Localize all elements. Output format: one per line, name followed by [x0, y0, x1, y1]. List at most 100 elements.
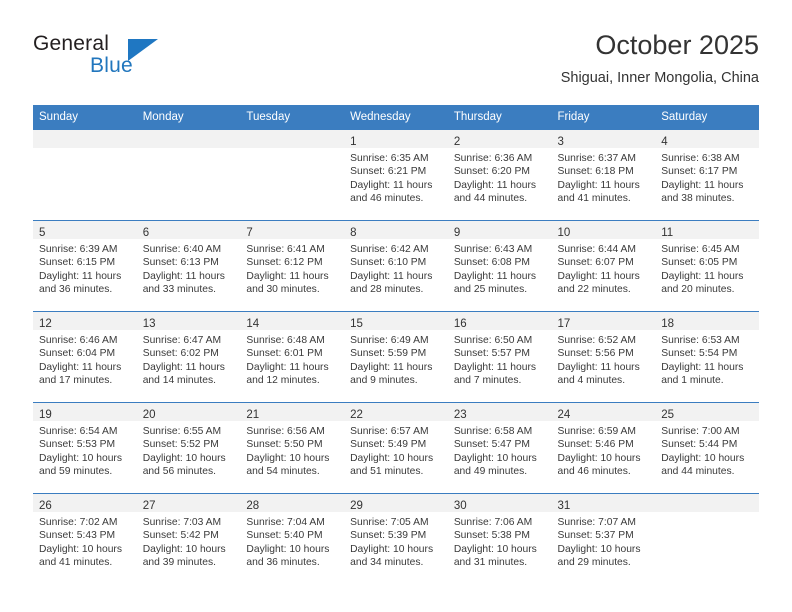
calendar-page: General Blue October 2025 Shiguai, Inner… — [0, 0, 792, 612]
sunset-text: Sunset: 6:05 PM — [661, 257, 738, 269]
day-cell-inner: 28 Sunrise: 7:04 AM Sunset: 5:40 PM Dayligh… — [240, 494, 345, 584]
calendar-day-cell[interactable]: 29 Sunrise: 7:05 AM Sunset: 5:39 PM Dayligh… — [344, 493, 448, 584]
calendar-day-cell-empty — [240, 130, 345, 221]
day-number-band: 3 — [551, 130, 656, 148]
sunset-text: Sunset: 5:47 PM — [453, 439, 530, 451]
sunset-text: Sunset: 6:13 PM — [142, 257, 219, 269]
calendar-day-cell[interactable]: 7 Sunrise: 6:41 AM Sunset: 6:12 PM Daylight… — [240, 220, 345, 312]
day-cell-inner: 14 Sunrise: 6:48 AM Sunset: 6:01 PM Dayligh… — [240, 312, 345, 402]
day-number: 16 — [453, 318, 467, 330]
general-blue-logo[interactable]: General Blue — [33, 32, 223, 88]
sunset-text: Sunset: 6:04 PM — [39, 348, 116, 360]
day-sun-info: Sunrise: 6:40 AM Sunset: 6:13 PM Daylight:… — [137, 239, 241, 297]
day-cell-inner: 5 Sunrise: 6:39 AM Sunset: 6:15 PM Daylight… — [33, 221, 137, 311]
calendar-day-cell[interactable]: 6 Sunrise: 6:40 AM Sunset: 6:13 PM Daylight… — [136, 220, 241, 312]
day-number-band: 31 — [551, 494, 656, 512]
sunrise-text: Sunrise: 6:56 AM — [246, 426, 325, 437]
calendar-day-cell[interactable]: 19 Sunrise: 6:54 AM Sunset: 5:53 PM Dayligh… — [33, 402, 137, 494]
day-cell-inner: 26 Sunrise: 7:02 AM Sunset: 5:43 PM Dayligh… — [33, 494, 137, 584]
sunrise-text: Sunrise: 6:54 AM — [39, 426, 118, 437]
daylight-text: Daylight: 10 hours and 29 minutes. — [557, 543, 641, 569]
sunset-text: Sunset: 5:39 PM — [350, 530, 427, 542]
day-cell-inner: 2 Sunrise: 6:36 AM Sunset: 6:20 PM Daylight… — [447, 130, 552, 220]
daylight-text: Daylight: 10 hours and 46 minutes. — [557, 452, 641, 478]
calendar-body: 1 Sunrise: 6:35 AM Sunset: 6:21 PM Daylight… — [33, 130, 759, 584]
day-cell-inner: 25 Sunrise: 7:00 AM Sunset: 5:44 PM Dayligh… — [655, 403, 759, 493]
day-sun-info: Sunrise: 6:45 AM Sunset: 6:05 PM Daylight:… — [655, 239, 759, 297]
day-number: 12 — [39, 318, 52, 330]
calendar-day-cell[interactable]: 18 Sunrise: 6:53 AM Sunset: 5:54 PM Dayligh… — [655, 311, 759, 403]
calendar-day-cell[interactable]: 2 Sunrise: 6:36 AM Sunset: 6:20 PM Daylight… — [447, 130, 552, 221]
daylight-text: Daylight: 11 hours and 4 minutes. — [557, 361, 640, 387]
day-number: 7 — [246, 227, 253, 239]
day-cell-inner: 21 Sunrise: 6:56 AM Sunset: 5:50 PM Dayligh… — [240, 403, 345, 493]
day-cell-inner: 9 Sunrise: 6:43 AM Sunset: 6:08 PM Daylight… — [447, 221, 552, 311]
day-cell-inner: 20 Sunrise: 6:55 AM Sunset: 5:52 PM Dayligh… — [136, 403, 241, 493]
page-header: General Blue October 2025 Shiguai, Inner… — [33, 28, 759, 94]
calendar-day-cell[interactable]: 26 Sunrise: 7:02 AM Sunset: 5:43 PM Dayligh… — [33, 493, 137, 584]
calendar-day-cell[interactable]: 1 Sunrise: 6:35 AM Sunset: 6:21 PM Daylight… — [344, 130, 448, 221]
calendar-day-cell[interactable]: 31 Sunrise: 7:07 AM Sunset: 5:37 PM Dayligh… — [551, 493, 656, 584]
sunrise-text: Sunrise: 6:46 AM — [39, 335, 118, 346]
sunset-text: Sunset: 6:10 PM — [350, 257, 427, 269]
calendar-day-cell[interactable]: 24 Sunrise: 6:59 AM Sunset: 5:46 PM Dayligh… — [551, 402, 656, 494]
calendar-day-cell[interactable]: 12 Sunrise: 6:46 AM Sunset: 6:04 PM Dayligh… — [33, 311, 137, 403]
calendar-day-cell[interactable]: 10 Sunrise: 6:44 AM Sunset: 6:07 PM Dayligh… — [551, 220, 656, 312]
day-cell-inner: 23 Sunrise: 6:58 AM Sunset: 5:47 PM Dayligh… — [447, 403, 552, 493]
calendar-day-cell[interactable]: 4 Sunrise: 6:38 AM Sunset: 6:17 PM Daylight… — [655, 130, 759, 221]
sunrise-text: Sunrise: 6:35 AM — [350, 153, 429, 164]
day-sun-info: Sunrise: 6:50 AM Sunset: 5:57 PM Daylight:… — [448, 330, 552, 388]
day-cell-inner: 30 Sunrise: 7:06 AM Sunset: 5:38 PM Dayligh… — [447, 494, 552, 584]
daylight-text: Daylight: 11 hours and 44 minutes. — [453, 179, 537, 205]
calendar-day-cell[interactable]: 3 Sunrise: 6:37 AM Sunset: 6:18 PM Daylight… — [551, 130, 656, 221]
calendar-day-cell[interactable]: 14 Sunrise: 6:48 AM Sunset: 6:01 PM Dayligh… — [240, 311, 345, 403]
day-cell-inner: 19 Sunrise: 6:54 AM Sunset: 5:53 PM Dayligh… — [33, 403, 137, 493]
sunset-text: Sunset: 5:43 PM — [39, 530, 116, 542]
calendar-day-cell[interactable]: 20 Sunrise: 6:55 AM Sunset: 5:52 PM Dayligh… — [136, 402, 241, 494]
daylight-text: Daylight: 11 hours and 22 minutes. — [557, 270, 640, 296]
day-cell-inner: 27 Sunrise: 7:03 AM Sunset: 5:42 PM Dayligh… — [136, 494, 241, 584]
day-number-band — [655, 494, 759, 512]
day-number-band: 4 — [655, 130, 759, 148]
sunrise-text: Sunrise: 6:49 AM — [350, 335, 429, 346]
day-number-band: 6 — [136, 221, 241, 239]
calendar-day-cell[interactable]: 28 Sunrise: 7:04 AM Sunset: 5:40 PM Dayligh… — [240, 493, 345, 584]
day-sun-info: Sunrise: 7:03 AM Sunset: 5:42 PM Daylight:… — [137, 512, 241, 570]
day-sun-info: Sunrise: 6:44 AM Sunset: 6:07 PM Daylight:… — [552, 239, 656, 297]
calendar-day-cell[interactable]: 15 Sunrise: 6:49 AM Sunset: 5:59 PM Dayligh… — [344, 311, 448, 403]
calendar-day-cell[interactable]: 25 Sunrise: 7:00 AM Sunset: 5:44 PM Dayligh… — [655, 402, 759, 494]
calendar-day-cell[interactable]: 5 Sunrise: 6:39 AM Sunset: 6:15 PM Daylight… — [33, 220, 137, 312]
day-cell-inner: 31 Sunrise: 7:07 AM Sunset: 5:37 PM Dayligh… — [551, 494, 656, 584]
calendar-day-cell[interactable]: 17 Sunrise: 6:52 AM Sunset: 5:56 PM Dayligh… — [551, 311, 656, 403]
calendar-day-cell[interactable]: 30 Sunrise: 7:06 AM Sunset: 5:38 PM Dayligh… — [447, 493, 552, 584]
calendar-day-cell[interactable]: 22 Sunrise: 6:57 AM Sunset: 5:49 PM Dayligh… — [344, 402, 448, 494]
weekday-header-friday: Friday — [551, 105, 656, 130]
calendar-day-cell[interactable]: 8 Sunrise: 6:42 AM Sunset: 6:10 PM Daylight… — [344, 220, 448, 312]
daylight-text: Daylight: 11 hours and 17 minutes. — [39, 361, 122, 387]
weekday-header-tuesday: Tuesday — [240, 105, 345, 130]
sunset-text: Sunset: 5:57 PM — [453, 348, 530, 360]
weekday-header-thursday: Thursday — [447, 105, 552, 130]
calendar-day-cell-empty — [655, 493, 759, 584]
calendar-week-row: 12 Sunrise: 6:46 AM Sunset: 6:04 PM Dayligh… — [33, 311, 759, 403]
day-cell-inner — [240, 130, 345, 220]
day-number-band: 1 — [344, 130, 448, 148]
calendar-day-cell[interactable]: 16 Sunrise: 6:50 AM Sunset: 5:57 PM Dayligh… — [447, 311, 552, 403]
day-cell-inner: 6 Sunrise: 6:40 AM Sunset: 6:13 PM Daylight… — [136, 221, 241, 311]
weekday-header-saturday: Saturday — [655, 105, 759, 130]
day-number-band: 18 — [655, 312, 759, 330]
sunrise-text: Sunrise: 6:48 AM — [246, 335, 325, 346]
day-number: 23 — [453, 409, 467, 421]
day-number-band: 14 — [240, 312, 345, 330]
daylight-text: Daylight: 11 hours and 38 minutes. — [661, 179, 744, 205]
calendar-day-cell[interactable]: 21 Sunrise: 6:56 AM Sunset: 5:50 PM Dayligh… — [240, 402, 345, 494]
day-number: 18 — [661, 318, 675, 330]
calendar-day-cell[interactable]: 11 Sunrise: 6:45 AM Sunset: 6:05 PM Dayligh… — [655, 220, 759, 312]
calendar-day-cell[interactable]: 9 Sunrise: 6:43 AM Sunset: 6:08 PM Daylight… — [447, 220, 552, 312]
day-cell-inner: 4 Sunrise: 6:38 AM Sunset: 6:17 PM Daylight… — [655, 130, 759, 220]
day-number: 2 — [453, 136, 461, 148]
calendar-day-cell[interactable]: 23 Sunrise: 6:58 AM Sunset: 5:47 PM Dayligh… — [447, 402, 552, 494]
logo-text-general: General — [33, 32, 110, 55]
calendar-day-cell[interactable]: 27 Sunrise: 7:03 AM Sunset: 5:42 PM Dayligh… — [136, 493, 241, 584]
calendar-day-cell[interactable]: 13 Sunrise: 6:47 AM Sunset: 6:02 PM Dayligh… — [136, 311, 241, 403]
